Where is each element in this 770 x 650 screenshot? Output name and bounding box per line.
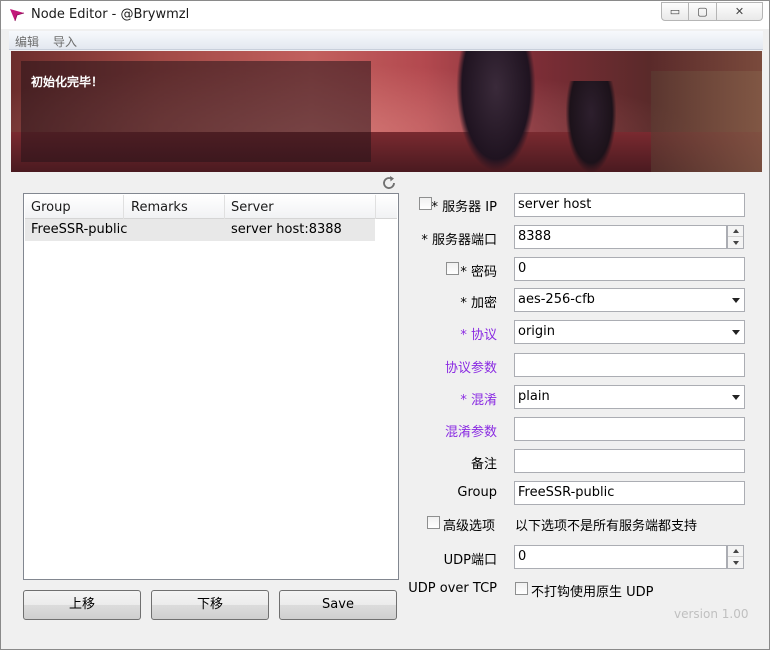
column-header-remarks[interactable]: Remarks — [131, 200, 188, 215]
protocol-value: origin — [518, 324, 556, 339]
remarks-input[interactable] — [514, 449, 745, 473]
group-label: Group — [457, 485, 497, 500]
advanced-options-checkbox[interactable] — [427, 516, 440, 529]
obfs-value: plain — [518, 389, 550, 404]
password-input[interactable]: 0 — [514, 257, 745, 281]
minimize-icon: ▭ — [669, 5, 681, 18]
title-bar[interactable]: Node Editor - @Brywmzl ▭ ▢ ✕ — [1, 1, 769, 29]
restore-button[interactable]: ▢ — [689, 2, 717, 21]
udp-over-tcp-checkbox[interactable] — [515, 582, 528, 595]
encryption-label: * 加密 — [460, 296, 497, 311]
udp-port-input[interactable]: 0 — [514, 545, 727, 569]
stepper-down-icon[interactable] — [728, 237, 743, 248]
restore-icon: ▢ — [697, 5, 708, 18]
protocol-select[interactable]: origin — [514, 320, 745, 344]
close-button[interactable]: ✕ — [717, 2, 763, 21]
version-label: version 1.00 — [674, 607, 749, 621]
obfs-select[interactable]: plain — [514, 385, 745, 409]
udp-port-label: UDP端口 — [443, 553, 497, 568]
server-port-label: * 服务器端口 — [421, 233, 497, 248]
server-ip-label: * 服务器 IP — [431, 200, 497, 215]
app-icon — [10, 9, 25, 22]
status-overlay: 初始化完毕！ — [21, 61, 371, 162]
refresh-icon[interactable] — [380, 174, 398, 192]
password-checkbox[interactable] — [446, 262, 459, 275]
menu-edit[interactable]: 编辑 — [15, 33, 39, 50]
remarks-label: 备注 — [470, 457, 497, 472]
table-row[interactable]: FreeSSR-public server host:8388 — [25, 219, 375, 241]
server-ip-checkbox[interactable] — [419, 197, 432, 210]
move-down-button[interactable]: 下移 — [151, 590, 269, 620]
window-controls: ▭ ▢ ✕ — [661, 2, 763, 22]
banner-image: 初始化完毕！ — [11, 51, 762, 172]
advanced-options-note: 以下选项不是所有服务端都支持 — [515, 519, 698, 534]
udp-port-stepper[interactable] — [727, 545, 744, 569]
list-header: Group Remarks Server — [25, 195, 397, 219]
cell-server: server host:8388 — [231, 222, 342, 237]
protocol-param-input[interactable] — [514, 353, 745, 377]
move-up-button[interactable]: 上移 — [23, 590, 141, 620]
chevron-down-icon — [732, 298, 740, 303]
node-editor-window: Node Editor - @Brywmzl ▭ ▢ ✕ 编辑 导入 初始化完毕… — [0, 0, 770, 650]
close-icon: ✕ — [734, 5, 745, 18]
advanced-options-label: 高级选项 — [443, 519, 496, 534]
group-input[interactable]: FreeSSR-public — [514, 481, 745, 505]
status-text: 初始化完毕！ — [31, 75, 104, 89]
server-port-stepper[interactable] — [727, 225, 744, 249]
encryption-value: aes-256-cfb — [518, 292, 595, 307]
menu-import[interactable]: 导入 — [53, 33, 77, 50]
stepper-up-icon[interactable] — [728, 546, 743, 557]
cell-group: FreeSSR-public — [31, 222, 128, 237]
protocol-label: * 协议 — [460, 328, 497, 343]
obfs-param-input[interactable] — [514, 417, 745, 441]
obfs-param-label: 混淆参数 — [444, 425, 497, 440]
server-port-input[interactable]: 8388 — [514, 225, 727, 249]
column-header-group[interactable]: Group — [31, 200, 71, 215]
chevron-down-icon — [732, 395, 740, 400]
column-header-server[interactable]: Server — [231, 200, 274, 215]
minimize-button[interactable]: ▭ — [661, 2, 689, 21]
udp-over-tcp-note: 不打钩使用原生 UDP — [531, 585, 654, 600]
udp-over-tcp-label: UDP over TCP — [408, 581, 497, 596]
obfs-label: * 混淆 — [460, 393, 497, 408]
server-ip-input[interactable]: server host — [514, 193, 745, 217]
window-title: Node Editor - @Brywmzl — [31, 7, 190, 22]
save-button[interactable]: Save — [279, 590, 397, 620]
stepper-down-icon[interactable] — [728, 557, 743, 568]
chevron-down-icon — [732, 330, 740, 335]
menu-bar: 编辑 导入 — [9, 31, 763, 50]
encryption-select[interactable]: aes-256-cfb — [514, 288, 745, 312]
stepper-up-icon[interactable] — [728, 226, 743, 237]
protocol-param-label: 协议参数 — [444, 361, 497, 376]
password-label: * 密码 — [460, 265, 497, 280]
server-list[interactable]: Group Remarks Server FreeSSR-public serv… — [23, 193, 399, 580]
